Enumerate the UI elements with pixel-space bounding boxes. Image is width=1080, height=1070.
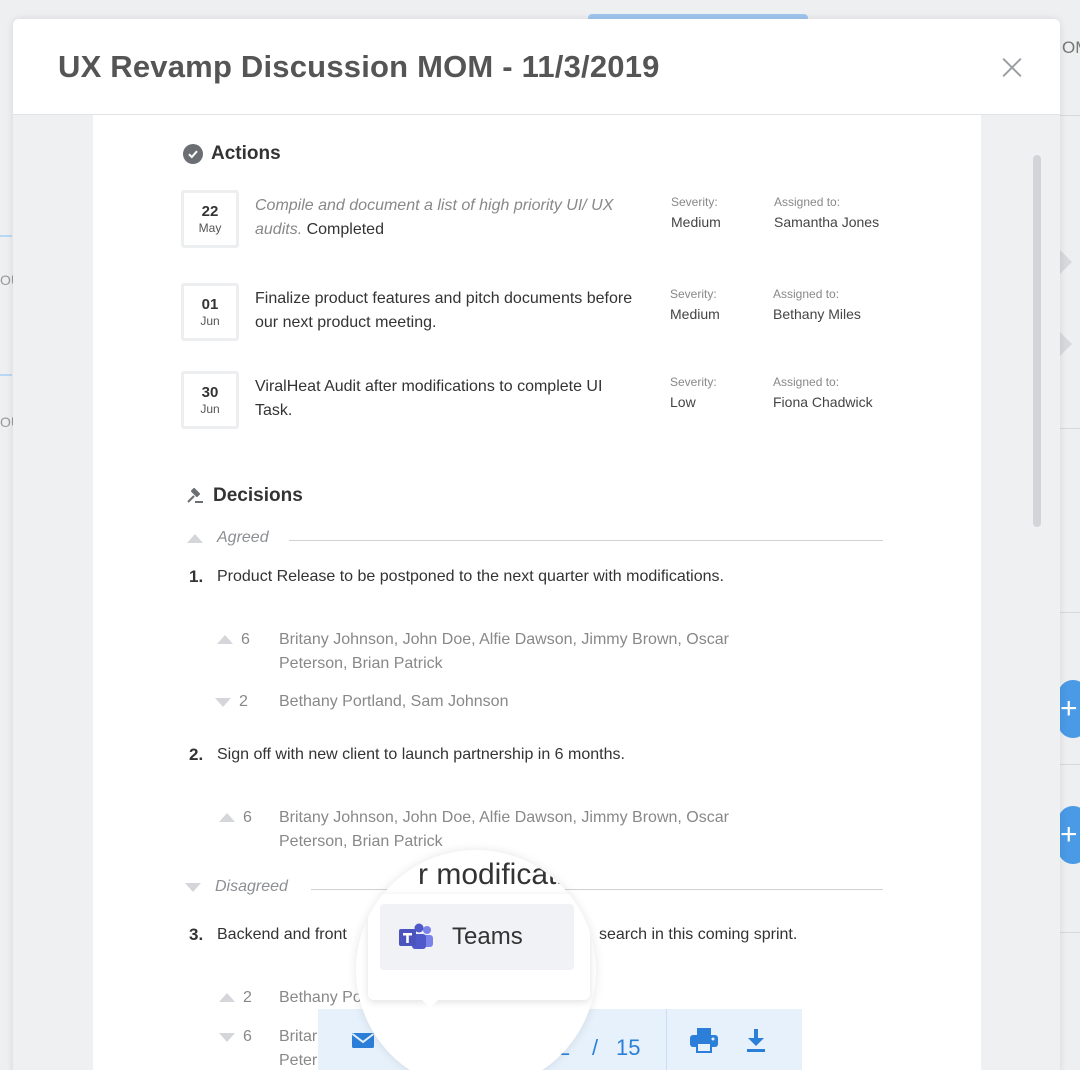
decisions-heading: Decisions [185,485,303,507]
decision-text: Product Release to be postponed to the n… [217,568,724,585]
action-text: Finalize product features and pitch docu… [255,290,633,331]
action-text: Compile and document a list of high prio… [255,194,635,242]
downvote-names: Bethany Portland, Sam Johnson [279,693,509,710]
severity-label: Severity: [671,195,718,209]
background-chevron-icon [1058,248,1072,276]
date-month: May [198,221,222,235]
date-day: 22 [201,203,219,220]
share-teams-option[interactable]: Teams [380,904,574,970]
printer-icon [690,1027,718,1053]
decision-text: Sign off with new client to launch partn… [217,746,625,763]
mail-icon [351,1032,375,1048]
assigned-label: Assigned to: [773,287,840,301]
date-day: 01 [201,296,219,313]
assigned-label: Assigned to: [774,195,841,209]
disagreed-label: Disagreed [215,878,288,895]
date-month: Jun [200,402,220,416]
background-sidebar-divider [0,374,12,376]
decision-number: 3. [189,925,204,944]
date-month: Jun [200,314,220,328]
upvote-icon [217,635,233,644]
download-icon [747,1028,765,1052]
severity-value: Medium [670,306,720,322]
downvote-icon [215,698,231,707]
share-popup: Teams [368,894,590,1000]
upvote-row: 6 Britany Johnson, John Doe, Alfie Dawso… [217,628,817,678]
decision-number: 1. [189,567,204,586]
background-divider [1060,428,1080,429]
assignee-name: Samantha Jones [774,214,880,230]
decision-text-tail: search in this coming sprint. [599,926,798,943]
background-divider [1060,764,1080,765]
background-add-button: + [1058,680,1080,738]
teams-icon [399,923,433,949]
upvote-count: 2 [243,989,252,1006]
share-popup-magnifier: r modificati Teams [356,850,596,1070]
modal-header: UX Revamp Discussion MOM - 11/3/2019 [13,19,1060,115]
severity-value: Low [670,394,696,410]
action-item: 22 May Compile and document a list of hi… [181,190,901,250]
downvote-icon [219,1033,235,1042]
print-button[interactable] [680,1009,728,1070]
modal-title: UX Revamp Discussion MOM - 11/3/2019 [58,49,660,84]
total-pages: 15 [616,1035,641,1060]
background-doc-text: r modificati [418,858,564,891]
action-text: ViralHeat Audit after modifications to c… [255,378,603,419]
agreed-group-label: Agreed [187,529,269,547]
decision-text-continued: search in this coming sprint. [599,926,797,944]
background-divider [1060,932,1080,933]
decision-text: Backend and front [217,926,347,943]
action-item: 01 Jun Finalize product features and pit… [181,283,901,343]
downvote-count: 6 [243,1028,252,1045]
background-top-right-text: OM [1062,38,1080,57]
agreed-label: Agreed [217,529,269,546]
background-add-button: + [1058,806,1080,864]
background-chevron-icon [1058,330,1072,358]
background-divider [1060,612,1080,613]
teams-label: Teams [452,923,523,950]
actions-heading: Actions [183,143,281,165]
date-badge: 01 Jun [181,283,239,341]
upvote-count: 6 [241,631,250,648]
triangle-down-icon [185,882,201,892]
upvote-row: 6 Britany Johnson, John Doe, Alfie Dawso… [219,806,819,856]
check-circle-icon [183,144,203,164]
upvote-count: 6 [243,809,252,826]
upvote-icon [219,813,235,822]
agreed-divider [289,540,883,541]
popup-pointer [418,996,442,1008]
severity-value: Medium [671,214,721,230]
background-divider [1060,115,1080,116]
assignee-name: Fiona Chadwick [773,394,873,410]
severity-label: Severity: [670,375,717,389]
scrollbar[interactable] [1033,155,1041,527]
assigned-label: Assigned to: [773,375,840,389]
date-badge: 30 Jun [181,371,239,429]
download-button[interactable] [734,1009,778,1070]
action-status: Completed [306,221,384,238]
gavel-icon [185,486,205,506]
action-item: 30 Jun ViralHeat Audit after modificatio… [181,371,901,431]
triangle-up-icon [187,533,203,543]
assignee-name: Bethany Miles [773,306,861,322]
background-sidebar-divider [0,235,12,237]
page-separator: / [592,1035,599,1060]
downvote-row: 2 Bethany Portland, Sam Johnson [215,690,815,714]
disagreed-group-label: Disagreed [185,878,288,896]
severity-label: Severity: [670,287,717,301]
toolbar-divider [666,1009,667,1070]
date-day: 30 [201,384,219,401]
date-badge: 22 May [181,190,239,248]
decisions-heading-label: Decisions [213,485,303,506]
upvote-names: Britany Johnson, John Doe, Alfie Dawson,… [279,809,729,850]
upvote-icon [219,993,235,1002]
upvote-names: Britany Johnson, John Doe, Alfie Dawson,… [279,631,729,672]
actions-heading-label: Actions [211,143,281,164]
close-icon[interactable] [997,53,1027,83]
decision-number: 2. [189,745,204,764]
downvote-count: 2 [239,693,248,710]
